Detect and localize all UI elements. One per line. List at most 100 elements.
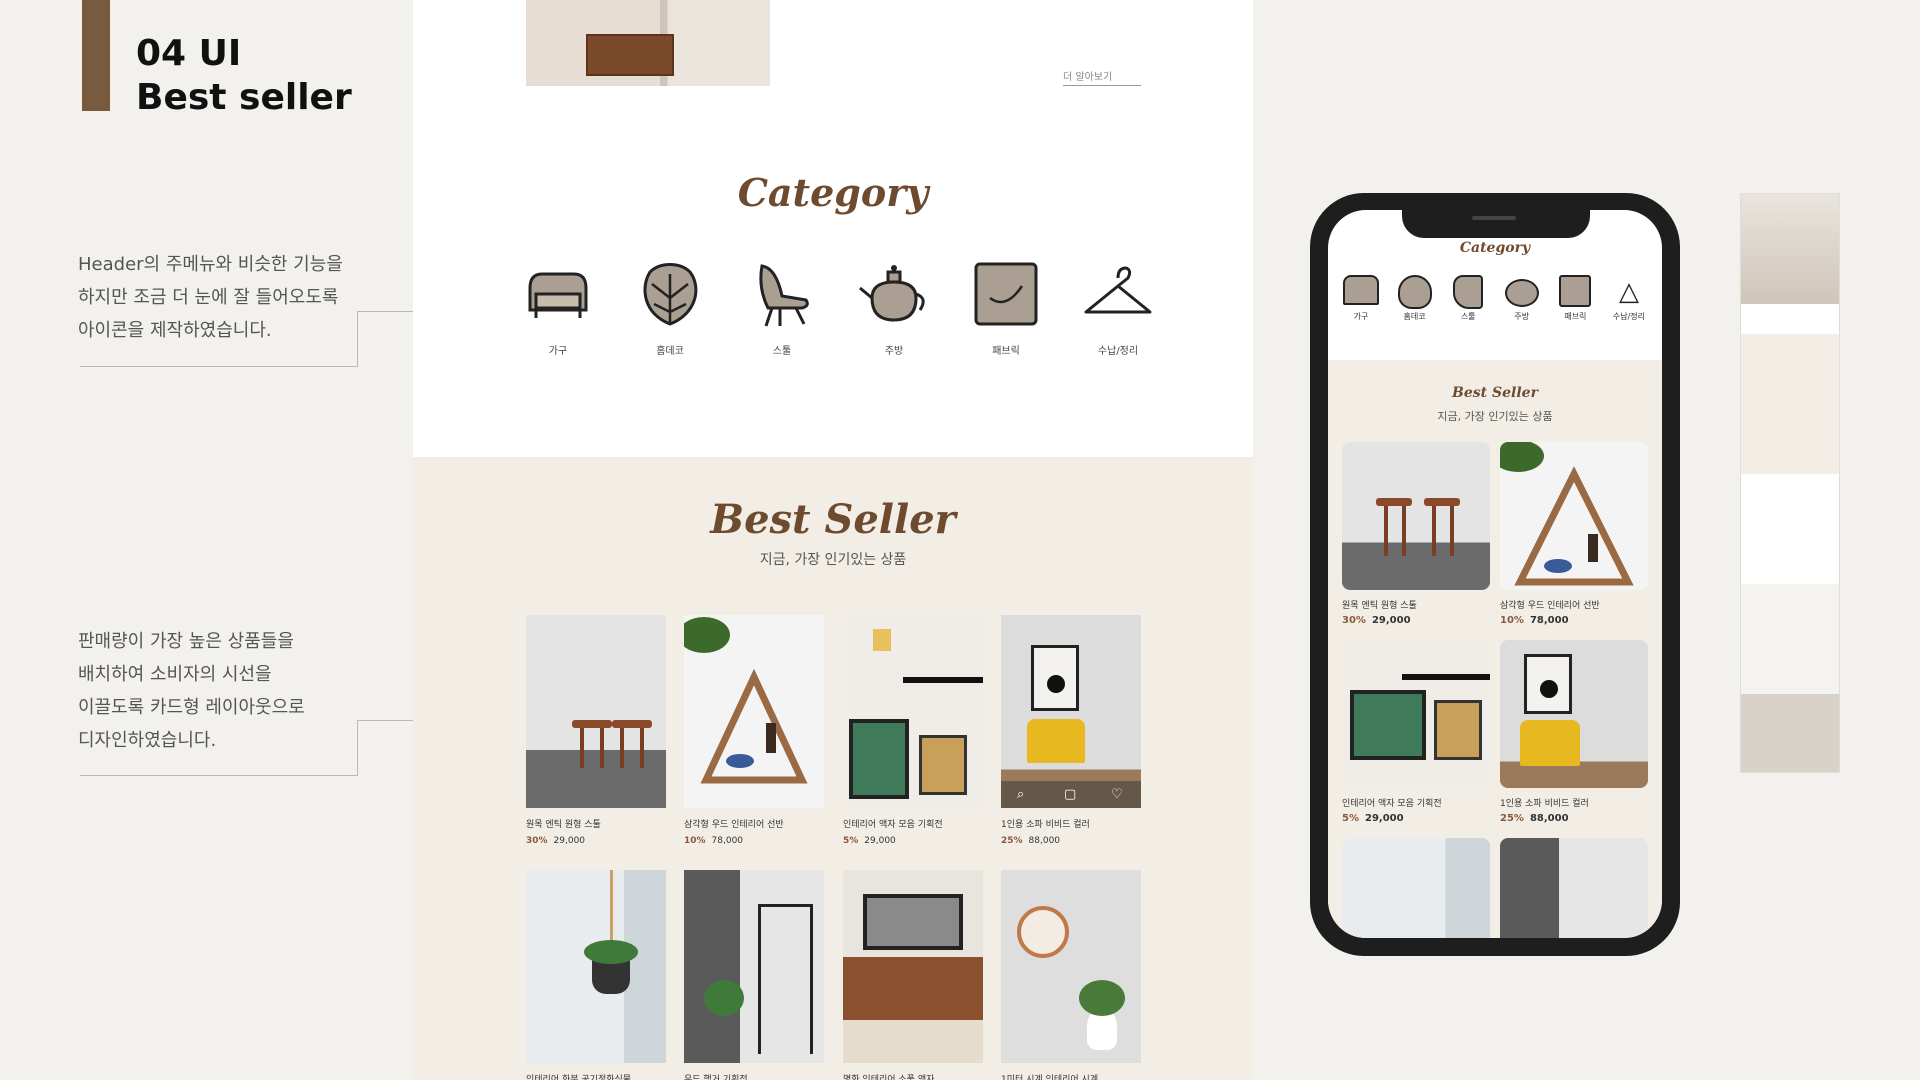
category-item[interactable]: 패브릭	[961, 258, 1051, 357]
note-category: Header의 주메뉴와 비슷한 기능을 하지만 조금 더 눈에 잘 들어오도록…	[78, 248, 343, 347]
category-label: 주방	[884, 346, 904, 357]
slide-title: 04 UI Best seller	[136, 32, 352, 120]
category-item[interactable]: 홈데코	[625, 258, 715, 357]
category-label: 스툴	[772, 346, 792, 357]
slide-title-line2: Best seller	[136, 77, 352, 118]
product-name: 1미터 시계 인테리어 시계	[1001, 1075, 1099, 1080]
product-price: 10% 78,000	[1500, 615, 1648, 626]
phone-notch	[1402, 208, 1590, 238]
category-label: 수납/정리	[1097, 346, 1139, 357]
category-item[interactable]: 수납/정리	[1073, 258, 1163, 357]
product-image: ⌕ ▢ ♡	[1001, 615, 1141, 808]
note-line: Header의 주메뉴와 비슷한 기능을	[78, 254, 343, 275]
more-link[interactable]: 더 알아보기	[1063, 68, 1141, 86]
divider	[80, 775, 357, 776]
product-name: 원목 엔틱 원형 스툴	[1342, 601, 1417, 611]
mobile-product-card[interactable]: 인테리어 액자 모음 기획전 5% 29,000	[1342, 640, 1490, 824]
product-image	[843, 615, 983, 808]
mobile-category-row: 가구 홈데코 스툴 주방 패브릭 △ 수납/정리	[1336, 275, 1654, 322]
product-image	[526, 615, 666, 808]
mobile-category-label: 가구	[1353, 312, 1369, 321]
phone-speaker	[1472, 216, 1516, 220]
category-item[interactable]: 주방	[849, 258, 939, 357]
category-item[interactable]: 가구	[513, 258, 603, 357]
note-line: 하지만 조금 더 눈에 잘 들어오도록	[78, 287, 339, 308]
mobile-category-item[interactable]: 스툴	[1443, 275, 1493, 322]
product-image	[1342, 838, 1490, 938]
shelf-illustration	[1500, 442, 1634, 586]
product-amount: 29,000	[1371, 615, 1411, 626]
product-image	[526, 870, 666, 1063]
mobile-product-card[interactable]: 삼각형 우드 인테리어 선반 10% 78,000	[1500, 442, 1648, 626]
product-image	[1500, 442, 1648, 590]
product-amount: 29,000	[1364, 813, 1404, 824]
product-image	[843, 870, 983, 1063]
cushion-icon	[1559, 275, 1592, 307]
mobile-bestseller-title: Best Seller	[1452, 385, 1538, 401]
product-amount: 78,000	[1529, 615, 1569, 626]
product-image	[684, 870, 824, 1063]
note-line: 배치하여 소비자의 시선을	[78, 664, 272, 685]
product-amount: 88,000	[1028, 836, 1061, 846]
product-discount: 10%	[1500, 615, 1524, 626]
category-row: 가구 홈데코 스툴 주방 패브릭 수납/정리	[513, 258, 1163, 357]
mobile-category-label: 스툴	[1460, 312, 1476, 321]
product-price: 25% 88,000	[1001, 836, 1141, 846]
hanger-icon	[1084, 266, 1152, 314]
product-image	[1342, 640, 1490, 788]
product-price: 10% 78,000	[684, 836, 824, 846]
product-discount: 30%	[1342, 615, 1366, 626]
shelf-illustration	[684, 617, 808, 784]
mobile-category-title: Category	[1459, 240, 1531, 256]
product-card[interactable]: 명화 인테리어 소품 액자	[843, 870, 983, 1080]
mobile-product-card[interactable]: 1인용 소파 비비드 컬러 25% 88,000	[1500, 640, 1648, 824]
mobile-category-item[interactable]: 가구	[1336, 275, 1386, 322]
product-card[interactable]: 인테리어 액자 모음 기획전 5% 29,000	[843, 615, 983, 846]
product-image	[1342, 442, 1490, 590]
leaf-icon	[643, 263, 698, 326]
mobile-category-item[interactable]: 주방	[1497, 275, 1547, 322]
category-item[interactable]: 스툴	[737, 258, 827, 357]
note-line: 디자인하였습니다.	[78, 730, 217, 751]
hero-image	[526, 0, 770, 86]
product-discount: 25%	[1001, 836, 1023, 846]
note-bestseller: 판매량이 가장 높은 상품들을 배치하여 소비자의 시선을 이끌도록 카드형 레…	[78, 625, 305, 757]
product-amount: 29,000	[553, 836, 586, 846]
connector-line	[357, 720, 358, 776]
product-card[interactable]: 인테리어 화분 공기정화식물	[526, 870, 666, 1080]
mobile-category-item[interactable]: △ 수납/정리	[1604, 275, 1654, 322]
product-name: 원목 엔틱 원형 스툴	[526, 820, 601, 830]
product-card[interactable]: ⌕ ▢ ♡ 1인용 소파 비비드 컬러 25% 88,000	[1001, 615, 1141, 846]
chair-icon	[1453, 275, 1484, 309]
cushion-icon	[974, 262, 1038, 326]
mobile-category-label: 홈데코	[1403, 312, 1426, 321]
divider	[80, 366, 357, 367]
category-title: Category	[737, 170, 929, 215]
product-price: 5% 29,000	[1342, 813, 1490, 824]
product-card[interactable]: 1미터 시계 인테리어 시계	[1001, 870, 1141, 1080]
product-card[interactable]: 우드 행거 기획전	[684, 870, 824, 1080]
product-name: 1인용 소파 비비드 컬러	[1001, 820, 1090, 830]
connector-line	[357, 311, 358, 367]
mobile-product-card[interactable]: 원목 엔틱 원형 스툴 30% 29,000	[1342, 442, 1490, 626]
product-card[interactable]: 삼각형 우드 인테리어 선반 10% 78,000	[684, 615, 824, 846]
thumbnail-section	[1741, 474, 1839, 584]
thumbnail-category	[1741, 304, 1839, 334]
product-card[interactable]: 원목 엔틱 원형 스툴 30% 29,000	[526, 615, 666, 846]
bestseller-subtitle: 지금, 가장 인기있는 상품	[759, 552, 907, 568]
product-discount: 10%	[684, 836, 706, 846]
cart-icon[interactable]: ▢	[1064, 787, 1076, 802]
chair-icon	[759, 264, 809, 327]
product-amount: 88,000	[1529, 813, 1569, 824]
mobile-category-item[interactable]: 패브릭	[1550, 275, 1600, 322]
mobile-category-label: 패브릭	[1564, 312, 1587, 321]
category-label: 홈데코	[656, 346, 684, 357]
heart-icon[interactable]: ♡	[1111, 787, 1123, 802]
armchair-icon	[528, 272, 588, 318]
product-price: 5% 29,000	[843, 836, 983, 846]
desktop-page-mockup: 더 알아보기 Category 가구 홈데코 스툴 주방 패브릭 수납/정리 B…	[413, 0, 1253, 1080]
zoom-icon[interactable]: ⌕	[1017, 787, 1024, 802]
mobile-category-item[interactable]: 홈데코	[1390, 275, 1440, 322]
thumbnail-bestseller	[1741, 334, 1839, 474]
product-price: 25% 88,000	[1500, 813, 1648, 824]
